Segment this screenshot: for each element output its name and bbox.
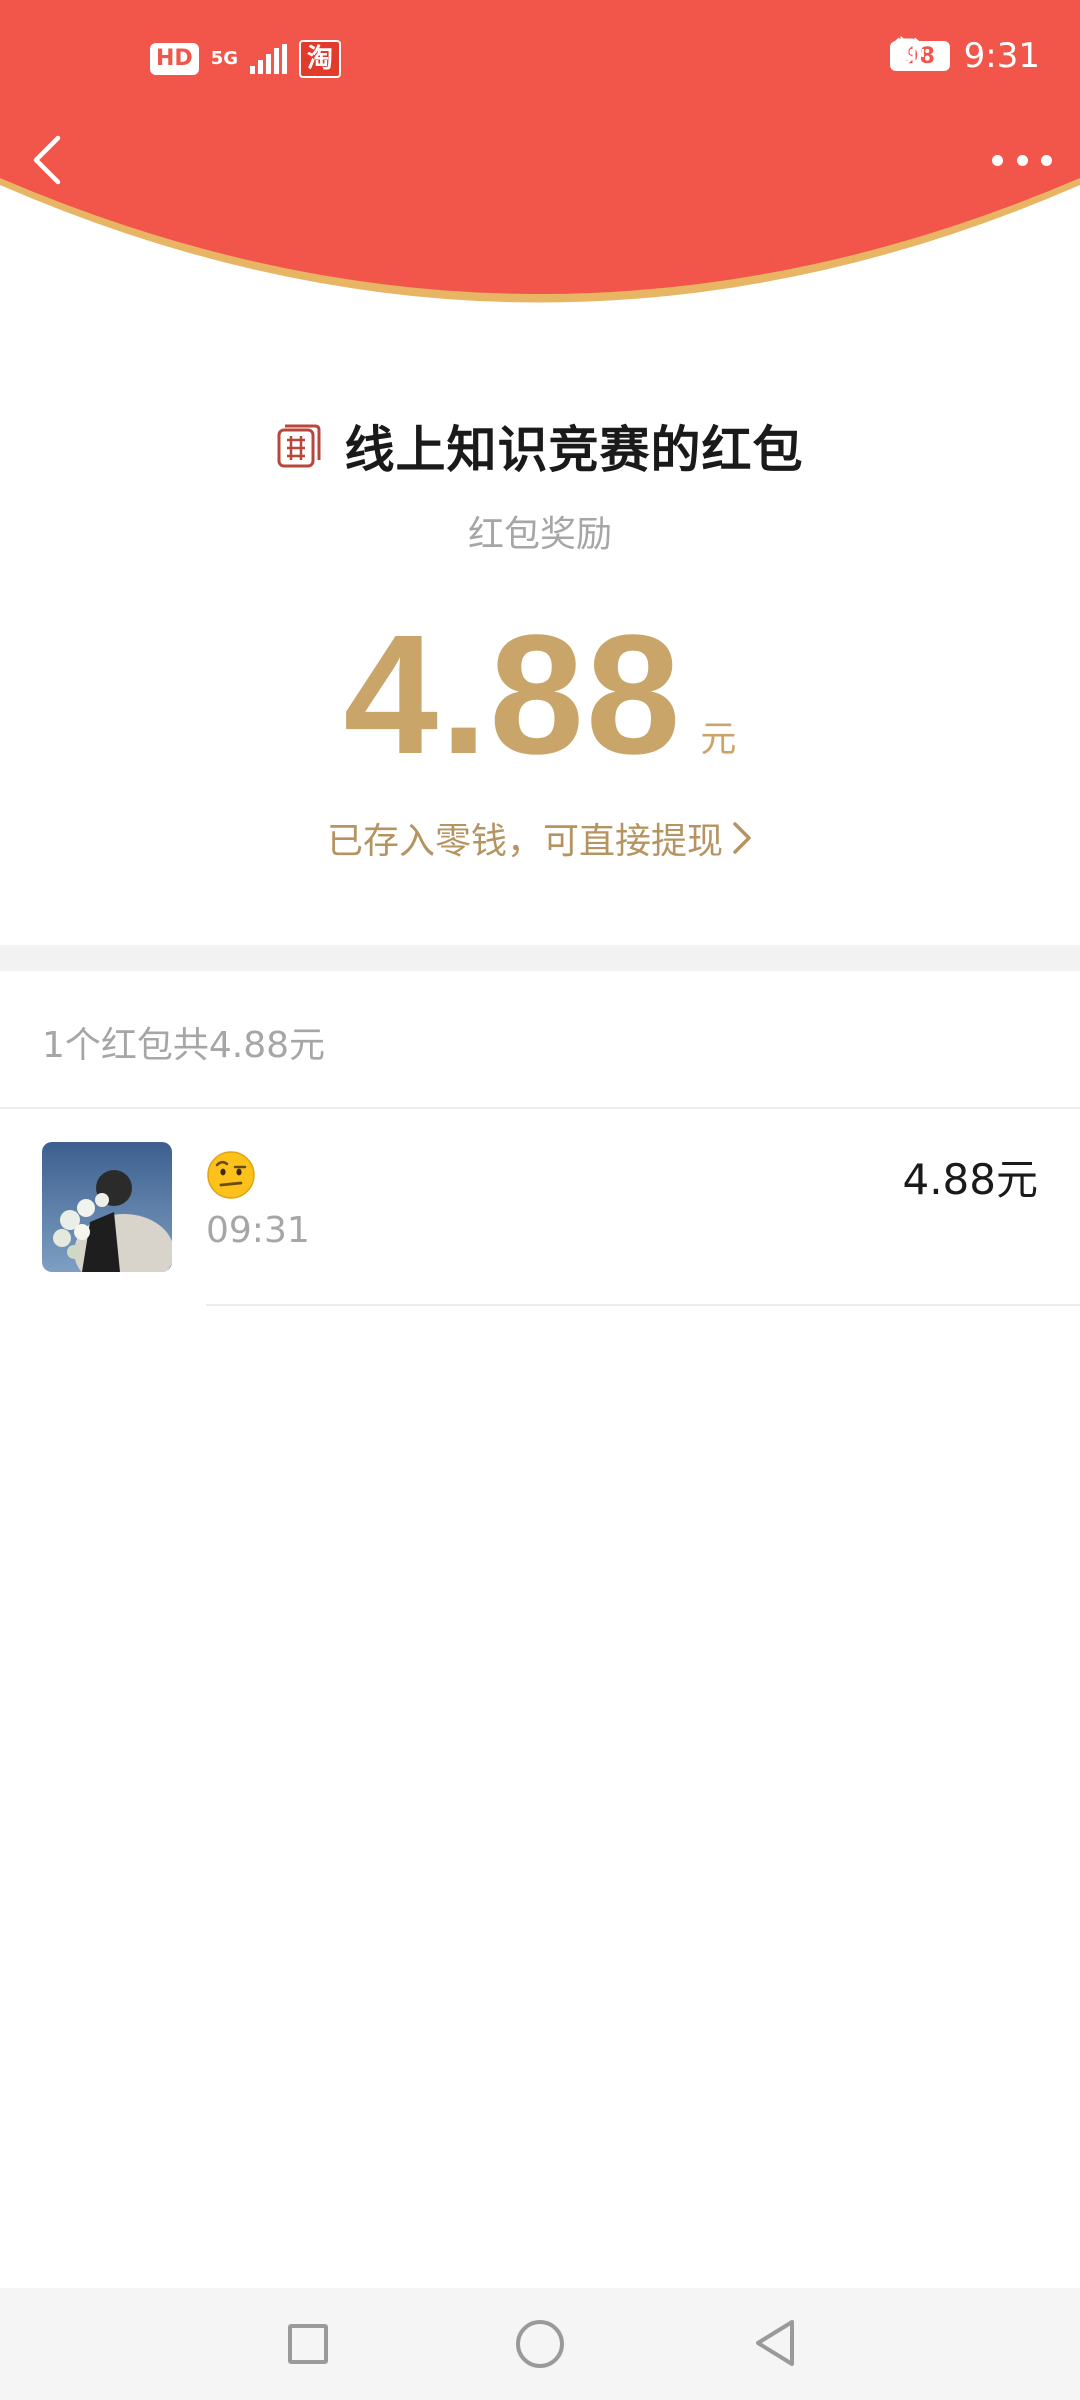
nav-back-button[interactable]	[752, 2318, 798, 2368]
chevron-right-icon	[733, 822, 751, 854]
deposit-link[interactable]: 已存入零钱，可直接提现	[0, 812, 1080, 864]
redpacket-amount: 4.88	[343, 600, 683, 790]
amount-unit: 元	[700, 719, 737, 760]
more-dot-icon	[1016, 154, 1028, 166]
item-amount: 4.88元	[902, 1155, 1038, 1204]
more-dot-icon	[1041, 154, 1052, 166]
avatar-image	[42, 1142, 172, 1272]
redpacket-sender-icon	[277, 424, 320, 468]
item-time: 09:31	[206, 1210, 310, 1251]
list-item[interactable]: 09:31 4.88元	[0, 1108, 1080, 1304]
header: HD 5G 淘 98 9:31	[0, 0, 1080, 330]
back-button[interactable]	[28, 130, 68, 190]
vibrate-icon	[889, 38, 924, 68]
clock: 9:31	[963, 36, 1040, 76]
recent-apps-button[interactable]	[288, 2324, 328, 2364]
chevron-left-icon	[33, 135, 61, 185]
redpacket-subtitle: 红包奖励	[467, 514, 612, 555]
signal-icon	[250, 44, 287, 74]
redpacket-title-row: 线上知识竞赛的红包	[0, 410, 1080, 482]
status-left: HD 5G 淘	[150, 40, 342, 78]
amount-row: 4.88 元	[0, 610, 1080, 780]
section-separator	[0, 945, 1080, 971]
taobao-notification-icon: 淘	[299, 40, 342, 78]
system-navigation-bar	[0, 2288, 1080, 2400]
more-dot-icon	[992, 154, 1003, 166]
divider	[206, 1304, 1080, 1306]
status-bar: HD 5G 淘 98 9:31	[0, 0, 1080, 120]
avatar[interactable]	[42, 1142, 172, 1272]
hd-icon: HD	[150, 43, 199, 75]
redpacket-summary: 1个红包共4.88元	[42, 1025, 326, 1066]
raised-eyebrow-emoji-icon	[207, 1151, 255, 1199]
status-right: 98 9:31	[889, 36, 1040, 76]
deposit-text: 已存入零钱，可直接提现	[326, 821, 723, 862]
home-button[interactable]	[516, 2320, 564, 2368]
redpacket-title: 线上知识竞赛的红包	[344, 421, 804, 479]
network-type-label: 5G	[210, 48, 238, 69]
more-button[interactable]	[992, 142, 1052, 178]
